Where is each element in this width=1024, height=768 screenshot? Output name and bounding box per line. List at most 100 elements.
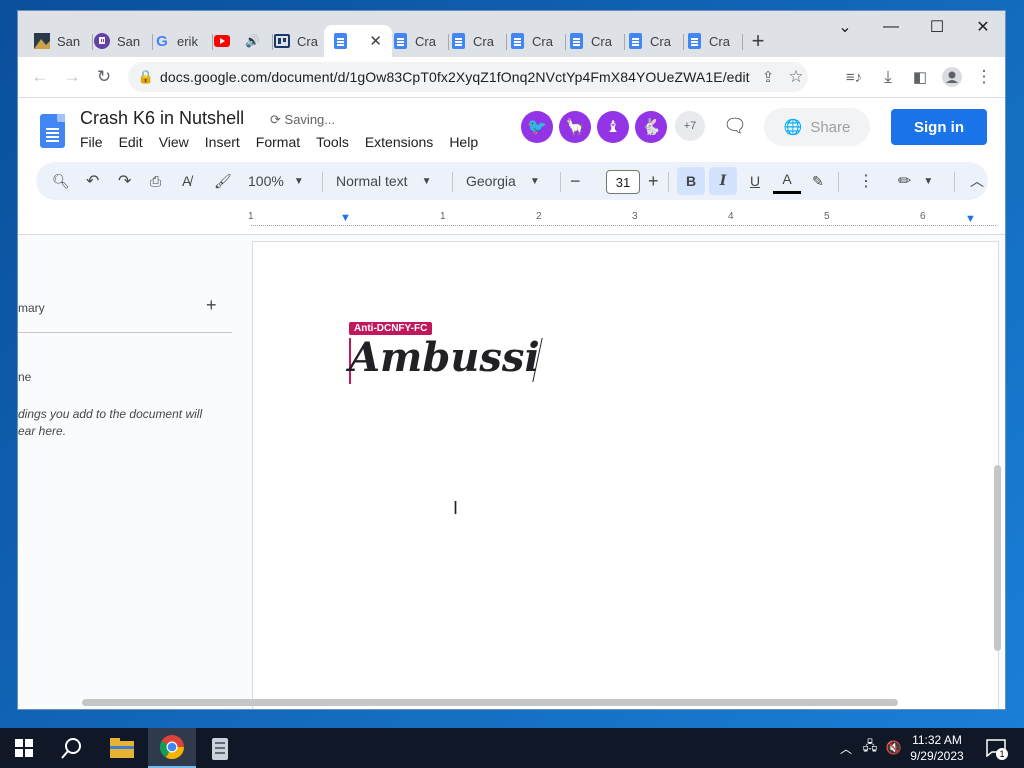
decrease-font-size-button[interactable]: −	[570, 162, 581, 200]
tab-8[interactable]: Cra	[444, 25, 507, 57]
tab-5[interactable]: Cra	[268, 25, 330, 57]
audio-icon: 🔊	[245, 34, 260, 48]
app-taskbar-icon[interactable]	[196, 728, 244, 768]
tab-active[interactable]: ✕	[324, 25, 392, 57]
collaborator-avatar[interactable]: ♝	[597, 111, 629, 143]
profile-icon[interactable]	[940, 65, 964, 89]
maximize-button[interactable]: ☐	[914, 11, 960, 43]
bold-button[interactable]: B	[677, 167, 705, 195]
reload-icon[interactable]: ↻	[92, 65, 116, 89]
tab-3[interactable]: G erik	[148, 25, 213, 57]
spellcheck-icon[interactable]: A̸	[182, 162, 191, 200]
docs-icon	[568, 33, 584, 49]
more-options-icon[interactable]: ⋮	[858, 162, 874, 200]
horizontal-scrollbar[interactable]	[82, 699, 898, 706]
menu-extensions[interactable]: Extensions	[365, 134, 433, 150]
more-collaborators-badge[interactable]: +7	[675, 111, 705, 141]
menu-edit[interactable]: Edit	[119, 134, 143, 150]
right-indent-marker-icon[interactable]: ▼	[965, 213, 976, 225]
show-hidden-icons-icon[interactable]: ︿	[836, 728, 856, 768]
tab-10[interactable]: Cra	[562, 25, 625, 57]
tab-9[interactable]: Cra	[503, 25, 566, 57]
italic-button[interactable]: I	[709, 167, 737, 195]
highlight-color-icon[interactable]: ✎	[812, 162, 824, 200]
print-icon[interactable]: ⎙	[150, 162, 161, 200]
menu-format[interactable]: Format	[256, 134, 300, 150]
tab-2[interactable]: San	[88, 25, 153, 57]
browser-menu-icon[interactable]: ⋮	[972, 65, 996, 89]
file-explorer-icon[interactable]	[98, 728, 146, 768]
landscape-icon	[34, 33, 50, 49]
share-page-icon[interactable]: ⇪	[756, 65, 780, 89]
indent-marker-icon[interactable]: ▼	[340, 212, 351, 224]
address-bar[interactable]: 🔒 docs.google.com/document/d/1gOw83CpT0f…	[128, 62, 808, 92]
docs-header: Crash K6 in Nutshell ⟳ Saving... File Ed…	[18, 98, 1005, 160]
tab-11[interactable]: Cra	[621, 25, 684, 57]
docs-logo-icon[interactable]	[40, 114, 65, 148]
notification-center-icon[interactable]: 1	[978, 728, 1014, 768]
tab-title: Cra	[709, 33, 730, 49]
download-icon[interactable]: ⤓	[876, 65, 900, 89]
side-panel-icon[interactable]: ◧	[908, 65, 932, 89]
style-value: Normal text	[336, 173, 408, 189]
sign-in-button[interactable]: Sign in	[891, 109, 987, 145]
bookmark-star-icon[interactable]: ☆	[784, 65, 808, 89]
ruler[interactable]: 1 ▼ 1 2 3 4 5 6 ▼	[18, 211, 1005, 235]
volume-muted-icon[interactable]: 🔇	[882, 728, 906, 768]
increase-font-size-button[interactable]: +	[648, 162, 659, 200]
zoom-select[interactable]: 100% ▼	[248, 162, 304, 200]
back-icon[interactable]: ←	[28, 65, 52, 89]
close-tab-icon[interactable]: ✕	[369, 32, 382, 50]
comments-icon[interactable]: 🗨	[723, 114, 747, 138]
document-title[interactable]: Crash K6 in Nutshell	[80, 108, 244, 129]
menu-help[interactable]: Help	[449, 134, 478, 150]
editing-mode-icon[interactable]: ✏ ▼	[898, 162, 933, 200]
style-select[interactable]: Normal text ▼	[336, 162, 431, 200]
media-control-icon[interactable]: ≡♪	[842, 65, 866, 89]
menu-file[interactable]: File	[80, 134, 103, 150]
search-icon[interactable]	[48, 728, 96, 768]
network-icon[interactable]: 🖧	[858, 728, 882, 768]
ruler-mark: 4	[728, 211, 734, 222]
forward-icon[interactable]: →	[60, 65, 84, 89]
new-tab-button[interactable]: +	[746, 25, 770, 57]
font-size-input[interactable]: 31	[606, 170, 640, 194]
underline-button[interactable]: U	[741, 162, 769, 200]
menu-bar: File Edit View Insert Format Tools Exten…	[80, 134, 494, 150]
tab-title: erik	[177, 33, 198, 49]
lock-icon[interactable]: 🔒	[134, 65, 158, 89]
ruler-mark: 6	[920, 211, 926, 222]
document-page[interactable]: Anti-DCNFY-FC Ambussi I	[252, 241, 999, 709]
share-button[interactable]: 🌐 Share	[764, 108, 870, 146]
tab-1[interactable]: San	[28, 25, 93, 57]
tab-7[interactable]: Cra	[386, 25, 449, 57]
menu-insert[interactable]: Insert	[205, 134, 240, 150]
menu-tools[interactable]: Tools	[316, 134, 349, 150]
menu-view[interactable]: View	[159, 134, 189, 150]
paint-format-icon[interactable]: 🖌︎	[214, 162, 232, 200]
vertical-scrollbar[interactable]	[994, 465, 1001, 651]
ruler-mark: 1	[440, 211, 446, 222]
tab-4[interactable]: 🔊	[208, 25, 273, 57]
document-text[interactable]: Ambussi	[349, 334, 540, 381]
collaborator-avatar[interactable]: 🐇	[635, 111, 667, 143]
chrome-taskbar-icon[interactable]	[148, 728, 196, 768]
redo-icon[interactable]: ↷	[118, 162, 131, 200]
docs-icon	[450, 33, 466, 49]
chevron-down-icon: ▼	[293, 175, 304, 187]
tab-search-icon[interactable]: ⌄	[822, 11, 868, 43]
font-select[interactable]: Georgia ▼	[466, 162, 540, 200]
collapse-menus-icon[interactable]: ︿	[970, 162, 984, 200]
clock[interactable]: 11:32 AM 9/29/2023	[906, 732, 968, 764]
close-window-button[interactable]: ✕	[960, 11, 1005, 43]
undo-icon[interactable]: ↶	[86, 162, 99, 200]
add-summary-icon[interactable]: +	[206, 295, 217, 316]
minimize-button[interactable]: —	[868, 11, 914, 43]
start-button[interactable]	[0, 728, 48, 768]
collaborator-avatar[interactable]: 🐦	[521, 111, 553, 143]
text-color-button[interactable]: A	[773, 167, 801, 194]
search-menus-icon[interactable]: 🔍︎	[52, 162, 70, 200]
tab-12[interactable]: Cra	[680, 25, 743, 57]
collaborator-avatar[interactable]: 🦙	[559, 111, 591, 143]
tab-title: San	[57, 33, 81, 49]
